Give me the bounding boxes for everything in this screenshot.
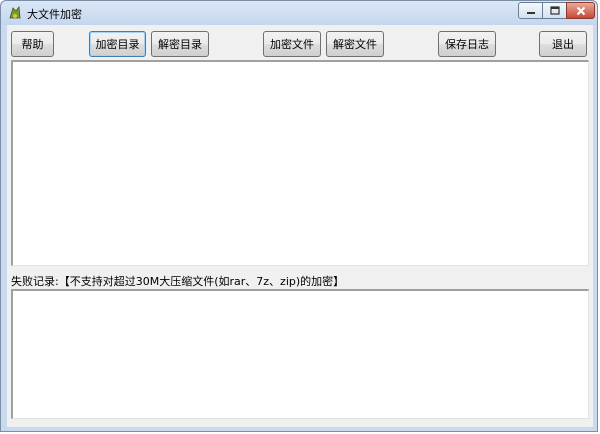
encrypt-directory-button[interactable]: 加密目录 xyxy=(89,31,146,57)
maximize-button[interactable] xyxy=(542,2,567,19)
log-panel[interactable] xyxy=(11,60,589,266)
close-button[interactable] xyxy=(566,2,595,19)
title-bar[interactable]: 大文件加密 xyxy=(1,1,597,25)
decrypt-file-button[interactable]: 解密文件 xyxy=(326,31,384,57)
failure-log-panel[interactable] xyxy=(11,289,589,419)
close-icon xyxy=(576,6,585,15)
window-title: 大文件加密 xyxy=(27,8,82,21)
maximize-icon xyxy=(549,6,560,15)
client-area: 帮助 加密目录 解密目录 加密文件 解密文件 保存日志 退出 失败记录:【不支持… xyxy=(7,25,593,427)
help-button[interactable]: 帮助 xyxy=(11,31,54,57)
failure-log-label: 失败记录:【不支持对超过30M大压缩文件(如rar、7z、zip)的加密】 xyxy=(11,275,345,288)
save-log-button[interactable]: 保存日志 xyxy=(438,31,496,57)
minimize-button[interactable] xyxy=(518,2,543,19)
main-window: 大文件加密 帮助 加密目录 解密目录 加密文件 解密文件 保存日志 退出 失败记… xyxy=(0,0,598,432)
decrypt-directory-button[interactable]: 解密目录 xyxy=(151,31,209,57)
minimize-icon xyxy=(526,11,535,14)
exit-button[interactable]: 退出 xyxy=(539,31,587,57)
encrypt-file-button[interactable]: 加密文件 xyxy=(263,31,321,57)
app-icon xyxy=(9,5,21,19)
